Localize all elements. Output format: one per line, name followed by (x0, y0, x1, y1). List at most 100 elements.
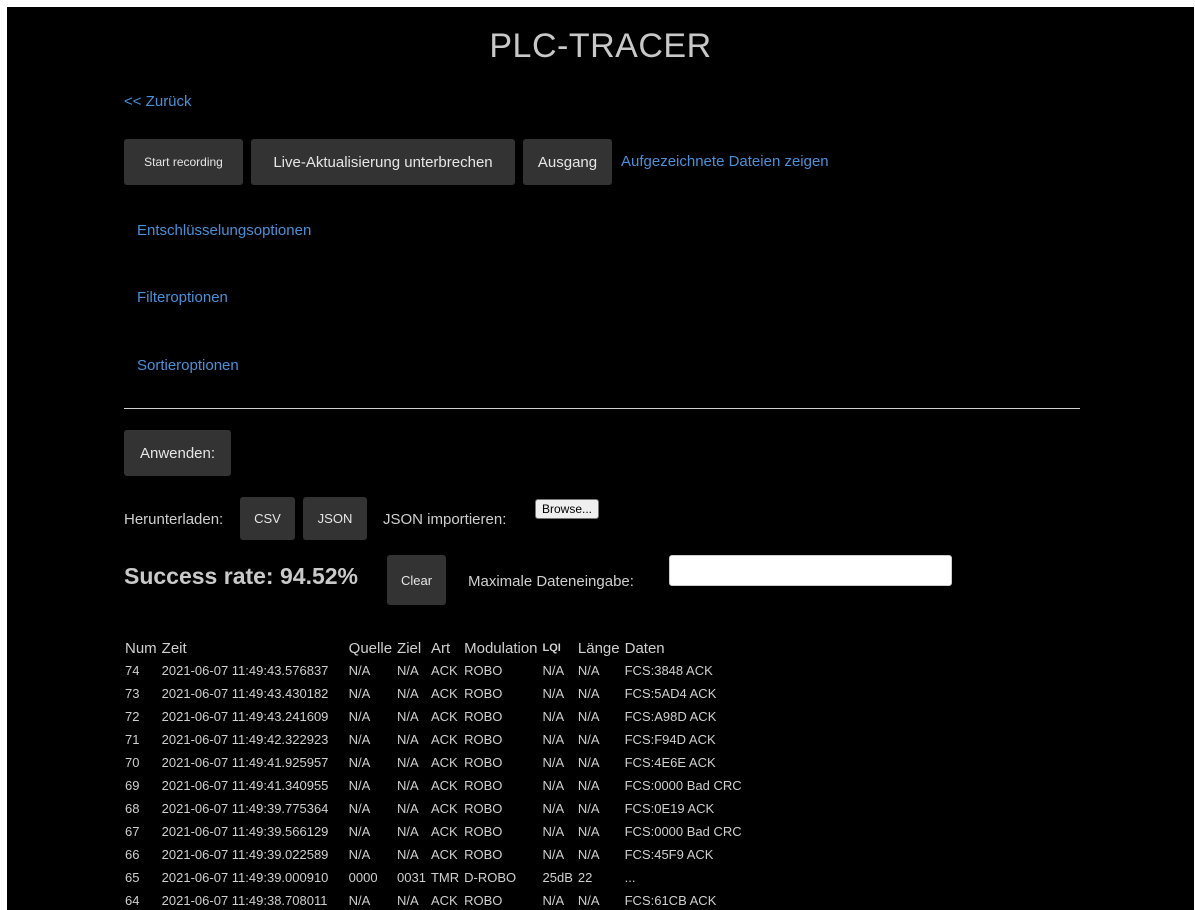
sort-options-link[interactable]: Sortieroptionen (137, 357, 239, 374)
decryption-options-link[interactable]: Entschlüsselungsoptionen (137, 222, 311, 239)
cell-length: N/A (577, 778, 600, 793)
download-json-button[interactable]: JSON (303, 497, 367, 540)
cell-data: FCS:45F9 ACK (624, 847, 714, 862)
cell-source: N/A (348, 778, 371, 793)
download-csv-button[interactable]: CSV (240, 497, 295, 540)
cell-length: N/A (577, 824, 600, 839)
cell-lqi: N/A (542, 847, 565, 862)
column-header-modulation: Modulation (464, 639, 538, 657)
table-body: 74 2021-06-07 11:49:43.576837 N/A N/A ACK ROB… (124, 659, 746, 910)
column-header-lqi: LQI (542, 642, 561, 654)
cell-length: N/A (577, 755, 600, 770)
cell-source: N/A (348, 847, 371, 862)
table-row: 72 2021-06-07 11:49:43.241609 N/A N/A ACK ROB… (124, 705, 746, 728)
table-row: 65 2021-06-07 11:49:39.000910 0000 0031 TMR D… (124, 866, 746, 889)
cell-source: N/A (348, 686, 371, 701)
column-header-num: Num (125, 639, 157, 657)
column-header-data: Daten (624, 639, 665, 657)
back-link[interactable]: << Zurück (124, 93, 192, 110)
cell-time: 2021-06-07 11:49:39.775364 (161, 801, 329, 816)
cell-data: FCS:0E19 ACK (624, 801, 715, 816)
cell-data: ... (624, 870, 636, 885)
table-row: 74 2021-06-07 11:49:43.576837 N/A N/A ACK ROB… (124, 659, 746, 682)
cell-target: N/A (397, 686, 419, 701)
cell-target: N/A (397, 755, 419, 770)
cell-modulation: ROBO (464, 732, 503, 747)
cell-source: N/A (348, 663, 371, 678)
table-row: 67 2021-06-07 11:49:39.566129 N/A N/A ACK ROB… (124, 820, 746, 843)
cell-target: N/A (397, 709, 419, 724)
app-window: PLC-TRACER << Zurück Start recording Liv… (7, 7, 1194, 910)
cell-data: FCS:61CB ACK (624, 893, 717, 908)
cell-num: 70 (125, 755, 140, 770)
column-header-time: Zeit (161, 639, 187, 657)
cell-time: 2021-06-07 11:49:41.925957 (161, 755, 329, 770)
start-recording-button[interactable]: Start recording (124, 139, 243, 185)
cell-target: N/A (397, 893, 419, 908)
cell-lqi: N/A (542, 801, 565, 816)
cell-length: N/A (577, 663, 600, 678)
cell-time: 2021-06-07 11:49:39.022589 (161, 847, 329, 862)
cell-type: ACK (430, 847, 458, 862)
max-data-input[interactable] (669, 555, 952, 586)
table-row: 66 2021-06-07 11:49:39.022589 N/A N/A ACK ROB… (124, 843, 746, 866)
cell-data: FCS:0000 Bad CRC (624, 824, 742, 839)
cell-num: 71 (125, 732, 140, 747)
cell-num: 69 (125, 778, 140, 793)
cell-modulation: ROBO (464, 824, 503, 839)
cell-lqi: 25dB (542, 870, 573, 885)
cell-data: FCS:3848 ACK (624, 663, 713, 678)
cell-target: N/A (397, 847, 419, 862)
column-header-source: Quelle (348, 639, 393, 657)
success-rate: Success rate: 94.52% (124, 563, 358, 589)
cell-type: TMR (430, 870, 460, 885)
cell-modulation: ROBO (464, 755, 503, 770)
table-row: 70 2021-06-07 11:49:41.925957 N/A N/A ACK ROB… (124, 751, 746, 774)
cell-target: N/A (397, 732, 419, 747)
cell-num: 64 (125, 893, 140, 908)
cell-target: N/A (397, 663, 419, 678)
json-import-label: JSON importieren: (383, 511, 507, 528)
cell-lqi: N/A (542, 755, 565, 770)
show-recorded-files-link[interactable]: Aufgezeichnete Dateien zeigen (621, 153, 829, 170)
cell-type: ACK (430, 732, 458, 747)
cell-time: 2021-06-07 11:49:39.000910 (161, 870, 329, 885)
cell-data: FCS:5AD4 ACK (624, 686, 717, 701)
cell-length: N/A (577, 801, 600, 816)
cell-data: FCS:F94D ACK (624, 732, 716, 747)
browse-file-button[interactable]: Browse... (535, 499, 599, 519)
cell-modulation: ROBO (464, 778, 503, 793)
cell-length: N/A (577, 847, 600, 862)
column-header-target: Ziel (397, 639, 422, 657)
table-header-row: Num Zeit Quelle Ziel Art Modulation LQI Länge Da… (124, 637, 746, 659)
cell-num: 66 (125, 847, 140, 862)
cell-target: N/A (397, 778, 419, 793)
cell-target: N/A (397, 801, 419, 816)
cell-modulation: ROBO (464, 709, 503, 724)
cell-source: N/A (348, 801, 371, 816)
max-input-label: Maximale Dateneingabe: (468, 573, 634, 590)
apply-button[interactable]: Anwenden: (124, 430, 231, 476)
exit-button[interactable]: Ausgang (523, 139, 612, 185)
table-row: 69 2021-06-07 11:49:41.340955 N/A N/A ACK ROB… (124, 774, 746, 797)
cell-lqi: N/A (542, 732, 565, 747)
cell-type: ACK (430, 778, 458, 793)
cell-lqi: N/A (542, 709, 565, 724)
cell-length: N/A (577, 709, 600, 724)
pause-live-update-button[interactable]: Live-Aktualisierung unterbrechen (251, 139, 515, 185)
cell-target: 0031 (397, 870, 426, 885)
clear-button[interactable]: Clear (387, 555, 446, 605)
filter-options-link[interactable]: Filteroptionen (137, 289, 228, 306)
cell-modulation: ROBO (464, 663, 503, 678)
table-row: 73 2021-06-07 11:49:43.430182 N/A N/A ACK ROB… (124, 682, 746, 705)
cell-num: 73 (125, 686, 140, 701)
cell-num: 72 (125, 709, 140, 724)
cell-time: 2021-06-07 11:49:43.241609 (161, 709, 329, 724)
cell-lqi: N/A (542, 778, 565, 793)
cell-type: ACK (430, 893, 458, 908)
cell-data: FCS:A98D ACK (624, 709, 717, 724)
cell-data: FCS:0000 Bad CRC (624, 778, 742, 793)
cell-num: 74 (125, 663, 140, 678)
cell-num: 67 (125, 824, 140, 839)
cell-lqi: N/A (542, 686, 565, 701)
